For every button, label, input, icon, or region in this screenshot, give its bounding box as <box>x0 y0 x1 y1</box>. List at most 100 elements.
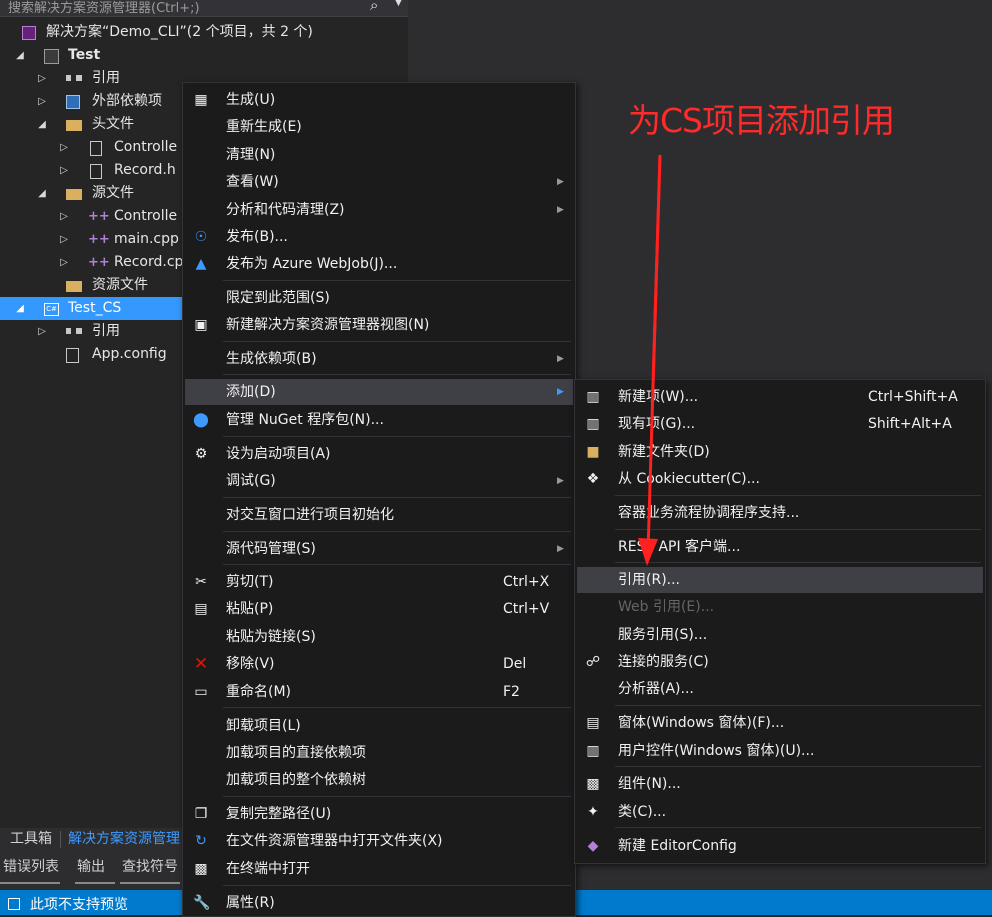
menu-item-label: 查看(W) <box>226 174 279 190</box>
menu-item-label: 新建文件夹(D) <box>618 444 710 460</box>
menu-item-source-control[interactable]: 源代码管理(S) ▶ <box>185 536 573 562</box>
project-context-menu: ▦ 生成(U) 重新生成(E) 清理(N) 查看(W) ▶ 分析和代码清理(Z)… <box>182 82 576 917</box>
menu-item-label: 剪切(T) <box>226 574 274 590</box>
menu-item-open-folder[interactable]: ↻ 在文件资源管理器中打开文件夹(X) <box>185 828 573 854</box>
menu-item-label: 发布为 Azure WebJob(J)... <box>226 256 398 272</box>
menu-item-cut[interactable]: ✂ 剪切(T) Ctrl+X <box>185 569 573 595</box>
menu-item-windows-form[interactable]: ▤ 窗体(Windows 窗体)(F)... <box>577 710 983 736</box>
clipboard-icon: ▤ <box>194 601 208 617</box>
menu-item-label: 连接的服务(C) <box>618 654 709 670</box>
menu-item-reference[interactable]: 引用(R)... <box>577 567 983 593</box>
component-icon: ▩ <box>586 776 600 792</box>
form-icon: ▤ <box>586 715 600 731</box>
submenu-arrow-icon: ▶ <box>557 544 564 554</box>
shortcut-label: F2 <box>503 684 520 700</box>
user-control-icon: ▥ <box>586 743 600 759</box>
menu-item-publish-azure[interactable]: ▲ 发布为 Azure WebJob(J)... <box>185 251 573 277</box>
menu-item-label: 生成依赖项(B) <box>226 351 317 367</box>
menu-item-label: 卸载项目(L) <box>226 718 301 734</box>
menu-item-label: 移除(V) <box>226 656 275 672</box>
menu-item-component[interactable]: ▩ 组件(N)... <box>577 771 983 797</box>
menu-item-user-control[interactable]: ▥ 用户控件(Windows 窗体)(U)... <box>577 738 983 764</box>
shortcut-label: Ctrl+V <box>503 601 550 617</box>
menu-item-remove[interactable]: ✕ 移除(V) Del <box>185 651 573 677</box>
menu-separator <box>223 497 571 498</box>
menu-item-build[interactable]: ▦ 生成(U) <box>185 87 573 113</box>
menu-item-paste[interactable]: ▤ 粘贴(P) Ctrl+V <box>185 596 573 622</box>
menu-item-label: 添加(D) <box>226 384 276 400</box>
menu-item-label: 管理 NuGet 程序包(N)... <box>226 412 384 428</box>
menu-separator <box>615 766 981 767</box>
menu-item-label: 调试(G) <box>226 473 276 489</box>
azure-icon: ▲ <box>195 256 207 272</box>
submenu-arrow-icon: ▶ <box>557 387 564 397</box>
menu-item-publish[interactable]: ☉ 发布(B)... <box>185 224 573 250</box>
menu-item-load-direct[interactable]: 加载项目的直接依赖项 <box>185 740 573 766</box>
menu-item-debug[interactable]: 调试(G) ▶ <box>185 468 573 494</box>
menu-item-open-terminal[interactable]: ▩ 在终端中打开 <box>185 856 573 882</box>
cookie-icon: ❖ <box>586 471 600 487</box>
menu-item-connected-services[interactable]: ☍ 连接的服务(C) <box>577 649 983 675</box>
nuget-icon: ⬤ <box>193 412 209 428</box>
menu-item-class[interactable]: ✦ 类(C)... <box>577 799 983 825</box>
menu-item-label: 加载项目的直接依赖项 <box>226 745 366 761</box>
menu-item-clean[interactable]: 清理(N) <box>185 142 573 168</box>
terminal-icon: ▩ <box>194 861 208 877</box>
menu-item-scope[interactable]: 限定到此范围(S) <box>185 285 573 311</box>
menu-item-properties[interactable]: 🔧 属性(R) <box>185 890 573 916</box>
menu-item-analyzer[interactable]: 分析器(A)... <box>577 676 983 702</box>
globe-icon: ☉ <box>194 229 208 245</box>
menu-item-label: 限定到此范围(S) <box>226 290 330 306</box>
menu-item-editorconfig[interactable]: ◆ 新建 EditorConfig <box>577 833 983 859</box>
menu-item-paste-link[interactable]: 粘贴为链接(S) <box>185 624 573 650</box>
menu-separator <box>223 436 571 437</box>
menu-item-label: 分析和代码清理(Z) <box>226 202 345 218</box>
existing-item-icon: ▥ <box>586 416 600 432</box>
menu-item-build-deps[interactable]: 生成依赖项(B) ▶ <box>185 346 573 372</box>
menu-item-rest-api[interactable]: REST API 客户端... <box>577 534 983 560</box>
menu-item-new-item[interactable]: ▥ 新建项(W)... Ctrl+Shift+A <box>577 384 983 410</box>
menu-item-container[interactable]: 容器业务流程协调程序支持... <box>577 500 983 526</box>
menu-item-analyze[interactable]: 分析和代码清理(Z) ▶ <box>185 197 573 223</box>
menu-item-load-tree[interactable]: 加载项目的整个依赖树 <box>185 767 573 793</box>
menu-item-view[interactable]: 查看(W) ▶ <box>185 169 573 195</box>
menu-item-unload[interactable]: 卸载项目(L) <box>185 713 573 739</box>
menu-item-copy-path[interactable]: ❐ 复制完整路径(U) <box>185 801 573 827</box>
menu-item-existing-item[interactable]: ▥ 现有项(G)... Shift+Alt+A <box>577 411 983 437</box>
menu-separator <box>223 885 571 886</box>
menu-item-label: 窗体(Windows 窗体)(F)... <box>618 715 785 731</box>
menu-item-new-folder[interactable]: ■ 新建文件夹(D) <box>577 439 983 465</box>
menu-item-cookiecutter[interactable]: ❖ 从 Cookiecutter(C)... <box>577 466 983 492</box>
menu-item-label: 用户控件(Windows 窗体)(U)... <box>618 743 815 759</box>
menu-separator <box>223 796 571 797</box>
menu-item-nuget[interactable]: ⬤ 管理 NuGet 程序包(N)... <box>185 407 573 433</box>
gear-icon: ⚙ <box>194 446 208 462</box>
menu-item-label: Web 引用(E)... <box>618 599 715 615</box>
menu-separator <box>615 705 981 706</box>
menu-item-label: 从 Cookiecutter(C)... <box>618 471 760 487</box>
refresh-arrow-icon: ↻ <box>195 833 207 849</box>
menu-item-label: 在终端中打开 <box>226 861 310 877</box>
menu-item-label: 发布(B)... <box>226 229 288 245</box>
menu-item-label: 类(C)... <box>618 804 667 820</box>
folder-icon: ■ <box>586 444 600 460</box>
menu-item-startup[interactable]: ⚙ 设为启动项目(A) <box>185 441 573 467</box>
menu-item-add[interactable]: 添加(D) ▶ <box>185 379 573 405</box>
menu-separator <box>223 374 571 375</box>
menu-item-rebuild[interactable]: 重新生成(E) <box>185 114 573 140</box>
menu-item-rename[interactable]: ▭ 重命名(M) F2 <box>185 679 573 705</box>
connected-service-icon: ☍ <box>585 654 601 670</box>
menu-item-service-reference[interactable]: 服务引用(S)... <box>577 622 983 648</box>
menu-item-label: 容器业务流程协调程序支持... <box>618 505 800 521</box>
rename-icon: ▭ <box>194 684 208 700</box>
submenu-arrow-icon: ▶ <box>557 205 564 215</box>
menu-item-new-view[interactable]: ▣ 新建解决方案资源管理器视图(N) <box>185 312 573 338</box>
submenu-arrow-icon: ▶ <box>557 476 564 486</box>
shortcut-label: Ctrl+X <box>503 574 550 590</box>
menu-item-interactive[interactable]: 对交互窗口进行项目初始化 <box>185 502 573 528</box>
shortcut-label: Shift+Alt+A <box>868 416 952 432</box>
menu-item-label: 分析器(A)... <box>618 681 694 697</box>
add-submenu: ▥ 新建项(W)... Ctrl+Shift+A ▥ 现有项(G)... Shi… <box>574 379 986 864</box>
new-item-icon: ▥ <box>586 389 600 405</box>
menu-separator <box>223 280 571 281</box>
